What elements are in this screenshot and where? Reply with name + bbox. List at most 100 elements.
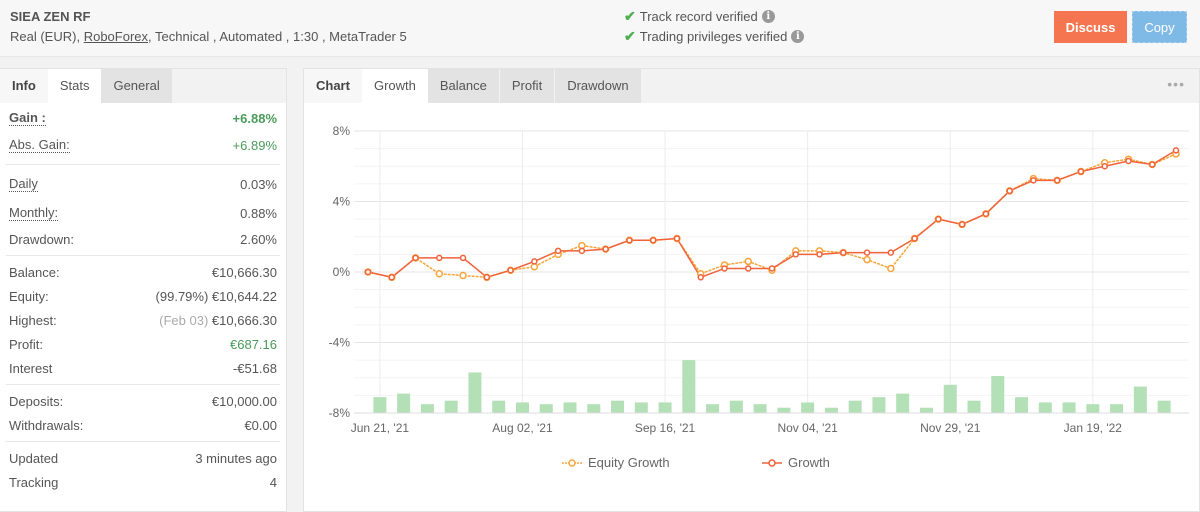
equity-value: €10,644.22 (211, 288, 277, 304)
discuss-button[interactable]: Discuss (1054, 11, 1127, 43)
more-options-icon[interactable]: ••• (1167, 76, 1185, 92)
growth-point (531, 258, 538, 265)
stat-deposits: Deposits: €10,000.00 (0, 389, 286, 413)
volume-bar (468, 372, 482, 413)
tab-drawdown[interactable]: Drawdown (555, 69, 641, 103)
volume-bar (373, 397, 387, 413)
volume-bar (967, 400, 981, 413)
system-meta: Real (EUR), RoboForex, Technical , Autom… (10, 29, 407, 44)
divider (6, 164, 280, 165)
volume-bar (1062, 402, 1076, 413)
stat-withdrawals: Withdrawals: €0.00 (0, 413, 286, 437)
tab-balance[interactable]: Balance (427, 69, 500, 103)
highest-date: (Feb 03) (159, 312, 209, 328)
volume-bar (1157, 400, 1171, 413)
stats-tabs: Info Stats General (0, 69, 286, 103)
abs-gain-label[interactable]: Abs. Gain: (9, 137, 70, 153)
volume-bar (706, 404, 720, 413)
growth-point (982, 210, 990, 218)
volume-bar (563, 402, 577, 413)
daily-label[interactable]: Daily (9, 176, 38, 192)
balance-label: Balance: (9, 264, 60, 280)
abs-gain-value: +6.89% (232, 137, 277, 153)
x-tick-label: Sep 16, '21 (635, 421, 696, 435)
volume-bar (611, 400, 625, 413)
growth-point (1053, 177, 1061, 184)
tab-general[interactable]: General (101, 69, 172, 103)
volume-bar (991, 375, 1005, 413)
growth-point (911, 235, 918, 242)
highest-value: €10,666.30 (211, 312, 277, 328)
growth-point (388, 274, 396, 281)
volume-bar (1086, 404, 1100, 413)
divider (6, 384, 280, 385)
legend-label: Growth (788, 455, 830, 470)
check-icon: ✔ (624, 8, 636, 24)
copy-button[interactable]: Copy (1132, 11, 1187, 43)
growth-legend-icon (762, 458, 782, 467)
growth-point (602, 245, 609, 253)
growth-point (1148, 161, 1156, 168)
growth-point (1125, 157, 1132, 165)
stat-updated: Updated 3 minutes ago (0, 446, 286, 470)
volume-bar (753, 404, 767, 413)
tab-growth[interactable]: Growth (361, 69, 428, 103)
growth-point (816, 251, 823, 258)
stat-daily: Daily 0.03% (0, 169, 286, 199)
tab-stats[interactable]: Stats (47, 69, 102, 103)
info-icon[interactable]: i (761, 10, 775, 23)
y-tick-label: -4% (329, 336, 351, 350)
equity-growth-point (887, 264, 895, 273)
equity-growth-point (863, 255, 871, 264)
x-tick-label: Nov 04, '21 (777, 421, 838, 435)
volume-bar (682, 360, 696, 413)
gain-value: +6.88% (232, 110, 277, 126)
account-type: Real (EUR), (10, 29, 81, 44)
equity-growth-point (459, 271, 467, 280)
deposits-label: Deposits: (9, 393, 64, 409)
growth-point (1101, 163, 1108, 170)
monthly-label[interactable]: Monthly: (9, 205, 59, 221)
tab-chart[interactable]: Chart (304, 69, 362, 103)
withdrawals-label: Withdrawals: (9, 417, 84, 433)
volume-bar (515, 402, 529, 413)
divider (6, 441, 280, 442)
axes: 8% 4% 0% -4% -8%Jun 21, '21 Aug 02, '21 Sep 16… (329, 124, 1189, 435)
tab-profit[interactable]: Profit (499, 69, 556, 103)
equity-value-wrap: (99.79%) €10,644.22 (156, 289, 277, 304)
x-tick-label: Jan 19, '22 (1064, 421, 1123, 435)
growth-point (412, 254, 419, 262)
profit-value: €687.16 (230, 336, 277, 352)
y-tick-label: 8% (333, 124, 351, 138)
equity-percent: (99.79%) (155, 288, 209, 304)
gain-label[interactable]: Gain : (9, 110, 46, 126)
volume-bar (1133, 386, 1147, 413)
stat-monthly: Monthly: 0.88% (0, 199, 286, 227)
interest-value: -€51.68 (232, 360, 277, 376)
volume-bar (420, 404, 434, 413)
x-tick-label: Jun 21, '21 (351, 421, 410, 435)
volume-bar (848, 400, 862, 413)
stat-profit: Profit: €687.16 (0, 332, 286, 356)
stat-highest: Highest: (Feb 03) €10,666.30 (0, 308, 286, 332)
tab-info[interactable]: Info (0, 69, 48, 103)
volume-bar (1110, 404, 1124, 413)
check-icon: ✔ (624, 28, 636, 44)
stat-tracking: Tracking 4 (0, 470, 286, 494)
volume-bar (777, 407, 791, 413)
broker-link[interactable]: RoboForex (84, 29, 148, 44)
tracking-label: Tracking (9, 474, 59, 490)
growth-point (958, 221, 966, 228)
highest-value-wrap: (Feb 03) €10,666.30 (159, 313, 277, 328)
legend-equity-growth[interactable]: Equity Growth (562, 455, 670, 470)
growth-point (459, 254, 467, 262)
volume-bar (1015, 397, 1029, 413)
growth-point (364, 268, 372, 276)
updated-label: Updated (9, 450, 59, 466)
y-tick-label: 0% (333, 265, 351, 279)
legend-growth[interactable]: Growth (762, 455, 830, 470)
stat-drawdown: Drawdown: 2.60% (0, 227, 286, 251)
info-icon[interactable]: i (791, 30, 805, 43)
x-tick-label: Aug 02, '21 (492, 421, 553, 435)
volume-bar (919, 407, 933, 413)
